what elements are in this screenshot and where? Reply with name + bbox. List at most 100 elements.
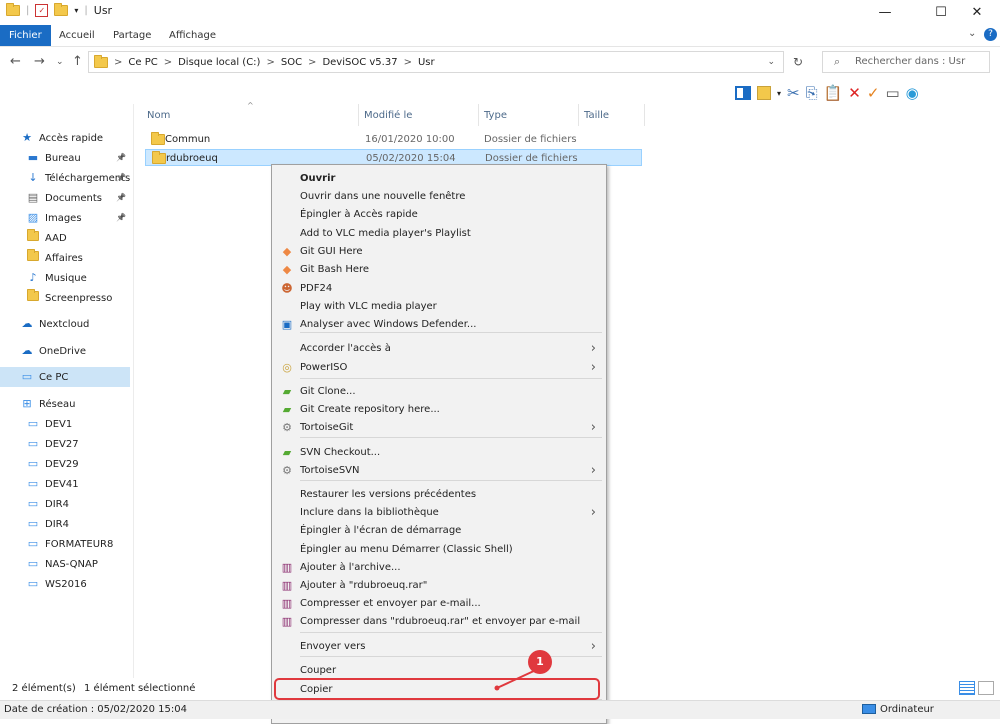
sidebar-item-onedrive[interactable]: ☁ OneDrive xyxy=(0,341,130,361)
sidebar-item-dev41[interactable]: ▭ DEV41 xyxy=(0,474,130,494)
tab-affichage[interactable]: Affichage xyxy=(160,25,225,46)
preview-pane-icon[interactable] xyxy=(735,86,751,100)
up-icon[interactable]: ↑ xyxy=(72,54,83,69)
menu-item-poweriso[interactable]: ◎ PowerISO › xyxy=(274,359,604,377)
menu-item-analyser-avec-windows-defender[interactable]: ▣ Analyser avec Windows Defender... xyxy=(274,316,604,334)
sidebar-item-nas-qnap[interactable]: ▭ NAS-QNAP xyxy=(0,554,130,574)
menu-item-add-to-vlc-media-player-s-playlist[interactable]: Add to VLC media player's Playlist xyxy=(274,225,604,243)
menu-item-compresser-dans-rdubroeuq-rar-et-envoyer-par-e-mail[interactable]: ▥ Compresser dans "rdubroeuq.rar" et envo… xyxy=(274,613,604,631)
refresh-icon[interactable]: ↻ xyxy=(793,55,803,69)
properties-icon[interactable]: ▭ xyxy=(885,84,899,102)
sidebar-item-dev27[interactable]: ▭ DEV27 xyxy=(0,434,130,454)
large-icons-view-icon[interactable] xyxy=(978,681,994,695)
menu-item-compresser-et-envoyer-par-e-mail[interactable]: ▥ Compresser et envoyer par e-mail... xyxy=(274,595,604,613)
git-create-icon: ▰ xyxy=(282,403,292,416)
view-dropdown-icon[interactable]: ▾ xyxy=(777,89,781,98)
menu-item-git-create-repository-here[interactable]: ▰ Git Create repository here... xyxy=(274,401,604,419)
menu-item-ouvrir-dans-une-nouvelle-fen-tre[interactable]: Ouvrir dans une nouvelle fenêtre xyxy=(274,188,604,206)
menu-item-git-clone[interactable]: ▰ Git Clone... xyxy=(274,383,604,401)
menu-item-svn-checkout[interactable]: ▰ SVN Checkout... xyxy=(274,444,604,462)
sidebar-item-t-l-chargements[interactable]: ↓ Téléchargements 📌 xyxy=(0,168,130,188)
file-row-commun[interactable]: Commun 16/01/2020 10:00 Dossier de fichi… xyxy=(145,131,642,148)
column-header-name[interactable]: Nom xyxy=(147,110,170,121)
new-folder-icon[interactable] xyxy=(54,3,69,16)
folder-icon xyxy=(26,228,40,248)
menu-item-ouvrir[interactable]: Ouvrir xyxy=(274,170,604,188)
column-header-type[interactable]: Type xyxy=(484,110,507,121)
sidebar-item-documents[interactable]: ▤ Documents 📌 xyxy=(0,188,130,208)
sidebar-item-ws2016[interactable]: ▭ WS2016 xyxy=(0,574,130,594)
menu-item-ajouter-rdubroeuq-rar[interactable]: ▥ Ajouter à "rdubroeuq.rar" xyxy=(274,577,604,595)
close-button[interactable]: ✕ xyxy=(954,0,1000,25)
view-options-icon[interactable] xyxy=(757,86,771,100)
menu-item-tortoisesvn[interactable]: ⚙ TortoiseSVN › xyxy=(274,462,604,480)
menu-item-inclure-dans-la-biblioth-que[interactable]: Inclure dans la bibliothèque › xyxy=(274,504,604,522)
column-divider[interactable] xyxy=(578,104,579,126)
sidebar-item-formateur8[interactable]: ▭ FORMATEUR8 xyxy=(0,534,130,554)
menu-item-accorder-l-acc-s[interactable]: Accorder l'accès à › xyxy=(274,340,604,358)
menu-item-pingler-l-cran-de-d-marrage[interactable]: Épingler à l'écran de démarrage xyxy=(274,522,604,540)
breadcrumb-usr[interactable]: Usr xyxy=(418,57,435,68)
menu-item-git-bash-here[interactable]: ◆ Git Bash Here xyxy=(274,261,604,279)
column-divider[interactable] xyxy=(358,104,359,126)
cut-icon[interactable]: ✂ xyxy=(787,84,800,102)
breadcrumb-soc[interactable]: SOC xyxy=(281,57,302,68)
sidebar-item-dir4[interactable]: ▭ DIR4 xyxy=(0,494,130,514)
menu-item-tortoisegit[interactable]: ⚙ TortoiseGit › xyxy=(274,419,604,437)
menu-item-envoyer-vers[interactable]: Envoyer vers › xyxy=(274,638,604,656)
recent-locations-icon[interactable]: ⌄ xyxy=(56,57,64,67)
menu-item-play-with-vlc-media-player[interactable]: Play with VLC media player xyxy=(274,298,604,316)
forward-icon[interactable]: → xyxy=(34,54,45,69)
properties-icon[interactable]: ✓ xyxy=(35,4,49,17)
menu-item-pingler-acc-s-rapide[interactable]: Épingler à Accès rapide xyxy=(274,206,604,224)
sidebar-item-bureau[interactable]: ▬ Bureau 📌 xyxy=(0,148,130,168)
details-view-icon[interactable] xyxy=(959,681,975,695)
back-icon[interactable]: ← xyxy=(10,54,21,69)
breadcrumb-ce-pc[interactable]: Ce PC xyxy=(128,57,157,68)
highlight-box xyxy=(274,678,600,700)
tab-accueil[interactable]: Accueil xyxy=(50,25,104,46)
menu-item-label: Inclure dans la bibliothèque xyxy=(300,507,439,518)
menu-item-label: Compresser et envoyer par e-mail... xyxy=(300,598,481,609)
help-icon[interactable]: ? xyxy=(984,28,997,41)
menu-item-pingler-au-menu-d-marrer-classic-shell[interactable]: Épingler au menu Démarrer (Classic Shell… xyxy=(274,541,604,559)
column-header-modified[interactable]: Modifié le xyxy=(364,110,412,121)
search-input[interactable]: Rechercher dans : Usr xyxy=(822,51,990,73)
sidebar-item-ce-pc[interactable]: ▭ Ce PC xyxy=(0,367,130,387)
column-divider[interactable] xyxy=(478,104,479,126)
column-header-size[interactable]: Taille xyxy=(584,110,609,121)
menu-item-ajouter-l-archive[interactable]: ▥ Ajouter à l'archive... xyxy=(274,559,604,577)
paste-icon[interactable]: 📋 xyxy=(824,84,843,102)
chevron-right-icon: › xyxy=(590,505,596,520)
sidebar-item-dev1[interactable]: ▭ DEV1 xyxy=(0,414,130,434)
sidebar-item-r-seau[interactable]: ⊞ Réseau xyxy=(0,394,130,414)
delete-icon[interactable]: ✕ xyxy=(848,84,861,102)
menu-item-restaurer-les-versions-pr-c-dentes[interactable]: Restaurer les versions précédentes xyxy=(274,486,604,504)
sidebar-item-musique[interactable]: ♪ Musique xyxy=(0,268,130,288)
sidebar-item-dev29[interactable]: ▭ DEV29 xyxy=(0,454,130,474)
globe-icon[interactable]: ◉ xyxy=(906,84,919,102)
copy-icon[interactable]: ⎘ xyxy=(806,84,818,102)
breadcrumb-devisoc[interactable]: DeviSOC v5.37 xyxy=(322,57,397,68)
tab-partage[interactable]: Partage xyxy=(104,25,160,46)
sidebar-item-nextcloud[interactable]: ☁ Nextcloud xyxy=(0,314,130,334)
sidebar-item-screenpresso[interactable]: Screenpresso xyxy=(0,288,130,308)
computer-icon: ▭ xyxy=(27,517,39,530)
image-icon: ▨ xyxy=(27,211,39,224)
sidebar-item-acc-s-rapide[interactable]: ★ Accès rapide xyxy=(0,128,130,148)
menu-item-pdf24[interactable]: ☻ PDF24 xyxy=(274,280,604,298)
menu-item-git-gui-here[interactable]: ◆ Git GUI Here xyxy=(274,243,604,261)
sidebar-item-aad[interactable]: AAD xyxy=(0,228,130,248)
expand-ribbon-icon[interactable]: ⌄ xyxy=(968,28,976,39)
column-divider[interactable] xyxy=(644,104,645,126)
sidebar-item-dir4[interactable]: ▭ DIR4 xyxy=(0,514,130,534)
rename-icon[interactable]: ✓ xyxy=(867,84,880,102)
customize-qat-icon[interactable]: ▾ xyxy=(74,6,78,15)
address-dropdown-icon[interactable]: ⌄ xyxy=(767,57,775,67)
sidebar-item-affaires[interactable]: Affaires xyxy=(0,248,130,268)
breadcrumb-disque[interactable]: Disque local (C:) xyxy=(178,57,260,68)
sidebar-item-images[interactable]: ▨ Images 📌 xyxy=(0,208,130,228)
address-bar[interactable]: > Ce PC > Disque local (C:) > SOC > Devi… xyxy=(88,51,784,73)
minimize-button[interactable]: — xyxy=(862,0,908,25)
tab-fichier[interactable]: Fichier xyxy=(0,25,51,46)
